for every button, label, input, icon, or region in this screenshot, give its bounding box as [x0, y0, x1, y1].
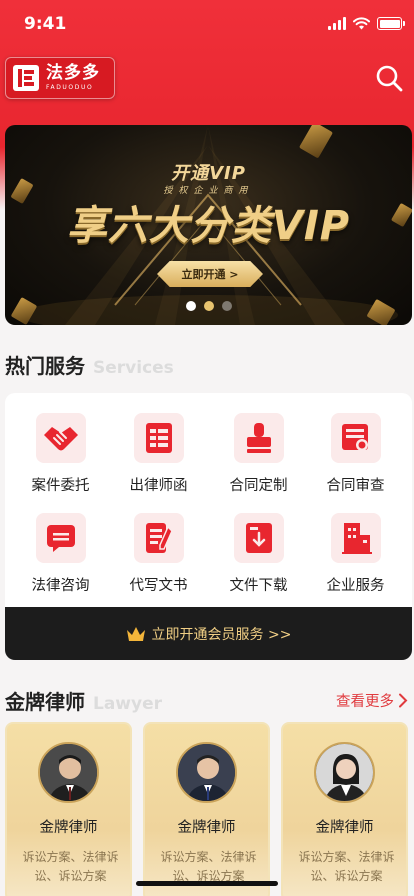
- service-label: 法律咨询: [31, 578, 90, 594]
- pen-document-icon: [133, 513, 184, 563]
- services-card: 案件委托 出律师函 合同定制 合同审查 法律咨询 代写文书 文件下载 企业服务 …: [5, 393, 412, 660]
- service-item-file-download[interactable]: 文件下载: [208, 513, 309, 595]
- lawyer-name: 金牌律师: [177, 820, 236, 836]
- service-item-draft-document[interactable]: 代写文书: [108, 513, 209, 595]
- section-title-en: Services: [93, 358, 174, 378]
- lawyer-avatar: [176, 742, 237, 803]
- search-icon[interactable]: [374, 63, 404, 93]
- service-label: 合同定制: [229, 478, 288, 494]
- section-title-en: Lawyer: [93, 694, 163, 714]
- status-icons: [328, 17, 405, 30]
- chevron-right-icon: [399, 693, 408, 708]
- wifi-icon: [353, 17, 370, 30]
- crown-icon: [126, 626, 145, 641]
- service-item-contract-custom[interactable]: 合同定制: [208, 413, 309, 495]
- status-time: 9:41: [24, 14, 67, 34]
- service-item-lawyer-letter[interactable]: 出律师函: [108, 413, 209, 495]
- view-more-label: 查看更多: [336, 694, 394, 710]
- services-section-header: 热门服务 Services: [5, 350, 174, 379]
- logo-mark-icon: [13, 65, 39, 91]
- home-indicator[interactable]: [136, 881, 278, 886]
- building-icon: [330, 513, 381, 563]
- lawyer-name: 金牌律师: [39, 820, 98, 836]
- view-more-link[interactable]: 查看更多: [336, 690, 408, 711]
- vip-membership-button[interactable]: 立即开通会员服务 >>: [5, 607, 412, 660]
- chat-icon: [35, 513, 86, 563]
- carousel-dot[interactable]: [185, 301, 196, 311]
- download-icon: [233, 513, 284, 563]
- service-item-legal-consult[interactable]: 法律咨询: [10, 513, 111, 595]
- cellular-signal-icon: [328, 17, 346, 30]
- service-label: 出律师函: [129, 478, 188, 494]
- service-item-enterprise[interactable]: 企业服务: [305, 513, 406, 595]
- lawyer-section-header: 金牌律师 Lawyer: [5, 686, 162, 715]
- carousel-dots: [5, 301, 412, 311]
- lawyer-avatar: [314, 742, 375, 803]
- handshake-icon: [35, 413, 86, 463]
- logo-text: 法多多: [46, 63, 100, 83]
- service-label: 代写文书: [129, 578, 188, 594]
- lawyer-description: 诉讼方案、法律诉讼、诉讼方案: [22, 850, 119, 883]
- service-label: 企业服务: [326, 578, 385, 594]
- contract-review-icon: [330, 413, 381, 463]
- carousel-dot[interactable]: [203, 301, 214, 311]
- lawyer-card[interactable]: 金牌律师 诉讼方案、法律诉讼、诉讼方案: [143, 722, 270, 896]
- lawyer-card[interactable]: 金牌律师 诉讼方案、法律诉讼、诉讼方案: [281, 722, 408, 896]
- service-item-contract-review[interactable]: 合同审查: [305, 413, 406, 495]
- lawyer-name: 金牌律师: [315, 820, 374, 836]
- letter-icon: [133, 413, 184, 463]
- service-label: 文件下载: [229, 578, 288, 594]
- logo-subtext: FADUODUO: [46, 84, 94, 91]
- stamp-icon: [233, 413, 284, 463]
- service-label: 案件委托: [31, 478, 90, 494]
- banner-title: 享六大分类VIP: [66, 203, 351, 249]
- service-label: 合同审查: [326, 478, 385, 494]
- carousel-dot[interactable]: [221, 301, 232, 311]
- lawyer-description: 诉讼方案、法律诉讼、诉讼方案: [298, 850, 395, 883]
- lawyer-card[interactable]: 金牌律师 诉讼方案、法律诉讼、诉讼方案: [5, 722, 132, 896]
- service-item-case-entrust[interactable]: 案件委托: [10, 413, 111, 495]
- app-logo: 法多多 FADUODUO: [5, 57, 115, 99]
- section-title: 热门服务: [5, 354, 85, 378]
- battery-icon: [377, 17, 405, 30]
- section-title: 金牌律师: [5, 690, 85, 714]
- banner-subtitle: 开通VIP: [171, 163, 246, 184]
- status-bar: 9:41: [0, 0, 414, 50]
- lawyer-avatar: [38, 742, 99, 803]
- banner-open-button[interactable]: 立即开通 >: [157, 261, 263, 287]
- vip-bar-label: 立即开通会员服务 >>: [151, 626, 292, 643]
- promo-banner[interactable]: 开通VIP 授权企业商用 享六大分类VIP 立即开通 >: [5, 125, 412, 325]
